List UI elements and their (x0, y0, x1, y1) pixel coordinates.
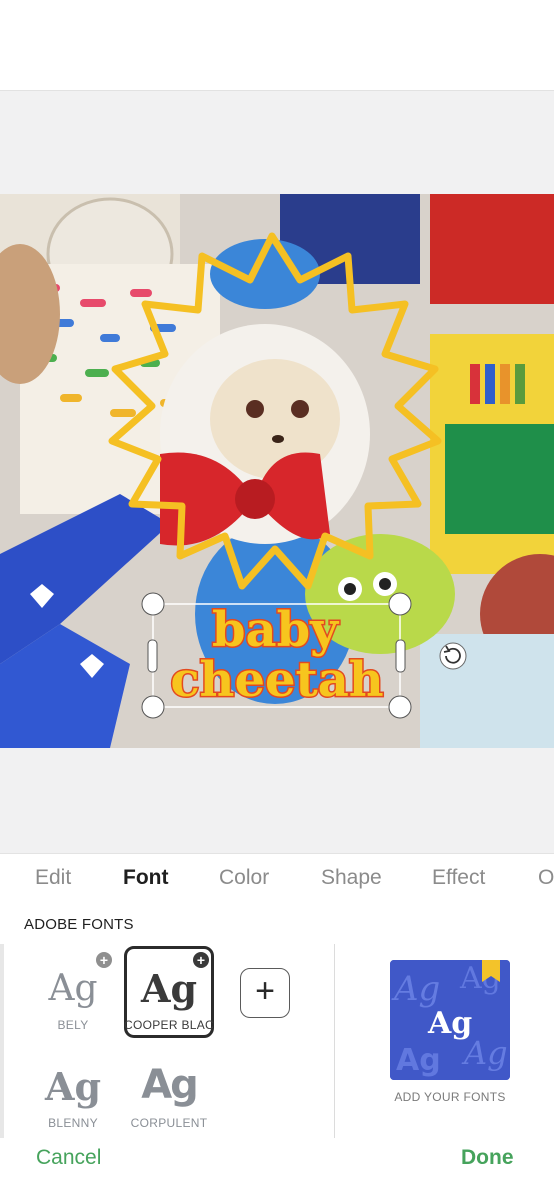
font-panel: ADOBE FONTS Ag BELY + Ag COOPER BLAC + +… (0, 900, 554, 1140)
font-tile-corpulent[interactable]: Ag CORPULENT (124, 1046, 214, 1138)
photo-canvas[interactable]: baby cheetah (0, 194, 554, 748)
resize-handle-left[interactable] (147, 639, 158, 673)
caption-line-2[interactable]: cheetah (169, 651, 385, 710)
font-name: COOPER BLAC (124, 1018, 214, 1032)
tab-font[interactable]: Font (123, 866, 168, 890)
font-tile-cooper-black[interactable]: Ag COOPER BLAC + (124, 946, 214, 1038)
resize-handle-bottom-left[interactable] (141, 695, 165, 719)
cancel-button[interactable]: Cancel (36, 1146, 101, 1170)
panel-edge (0, 944, 4, 1138)
panel-divider (334, 944, 335, 1138)
done-button[interactable]: Done (461, 1146, 514, 1170)
add-your-fonts-card[interactable]: Ag Ag Ag Ag Ag (390, 960, 510, 1080)
tab-shape[interactable]: Shape (321, 866, 382, 890)
tab-edit[interactable]: Edit (35, 866, 71, 890)
footer-bar: Cancel Done (0, 1140, 554, 1200)
add-font-badge-icon[interactable]: + (193, 952, 209, 968)
font-tile-bely[interactable]: Ag BELY + (28, 948, 118, 1040)
font-name: CORPULENT (130, 1116, 208, 1130)
svg-text:Ag: Ag (396, 1043, 441, 1078)
svg-text:Ag: Ag (391, 969, 440, 1009)
font-name: BELY (57, 1018, 89, 1032)
resize-handle-bottom-right[interactable] (388, 695, 412, 719)
add-fonts-illustration-icon: Ag Ag Ag Ag Ag (390, 960, 510, 1080)
section-title: ADOBE FONTS (24, 916, 134, 933)
resize-handle-right[interactable] (395, 639, 406, 673)
svg-text:Ag: Ag (427, 1006, 472, 1041)
rotate-handle-icon[interactable] (439, 642, 467, 670)
font-preview: Ag (44, 1064, 102, 1109)
font-preview: Ag (48, 968, 98, 1009)
caption-line-1[interactable]: baby (210, 601, 341, 660)
add-your-fonts-label: ADD YOUR FONTS (394, 1090, 506, 1104)
font-name: BLENNY (48, 1116, 98, 1130)
add-font-badge-icon[interactable]: + (96, 952, 112, 968)
font-preview: Ag (140, 966, 198, 1011)
tool-tabs: Edit Font Color Shape Effect O (0, 853, 554, 901)
font-preview: Ag (141, 1062, 199, 1108)
add-font-button[interactable]: + (240, 968, 290, 1018)
resize-handle-top-left[interactable] (141, 592, 165, 616)
tab-effect[interactable]: Effect (432, 866, 485, 890)
photo-illustration: baby cheetah (0, 194, 554, 748)
font-tile-blenny[interactable]: Ag BLENNY (28, 1046, 118, 1138)
resize-handle-top-right[interactable] (388, 592, 412, 616)
top-bar (0, 0, 554, 91)
tab-color[interactable]: Color (219, 866, 269, 890)
tab-more[interactable]: O (538, 866, 554, 890)
